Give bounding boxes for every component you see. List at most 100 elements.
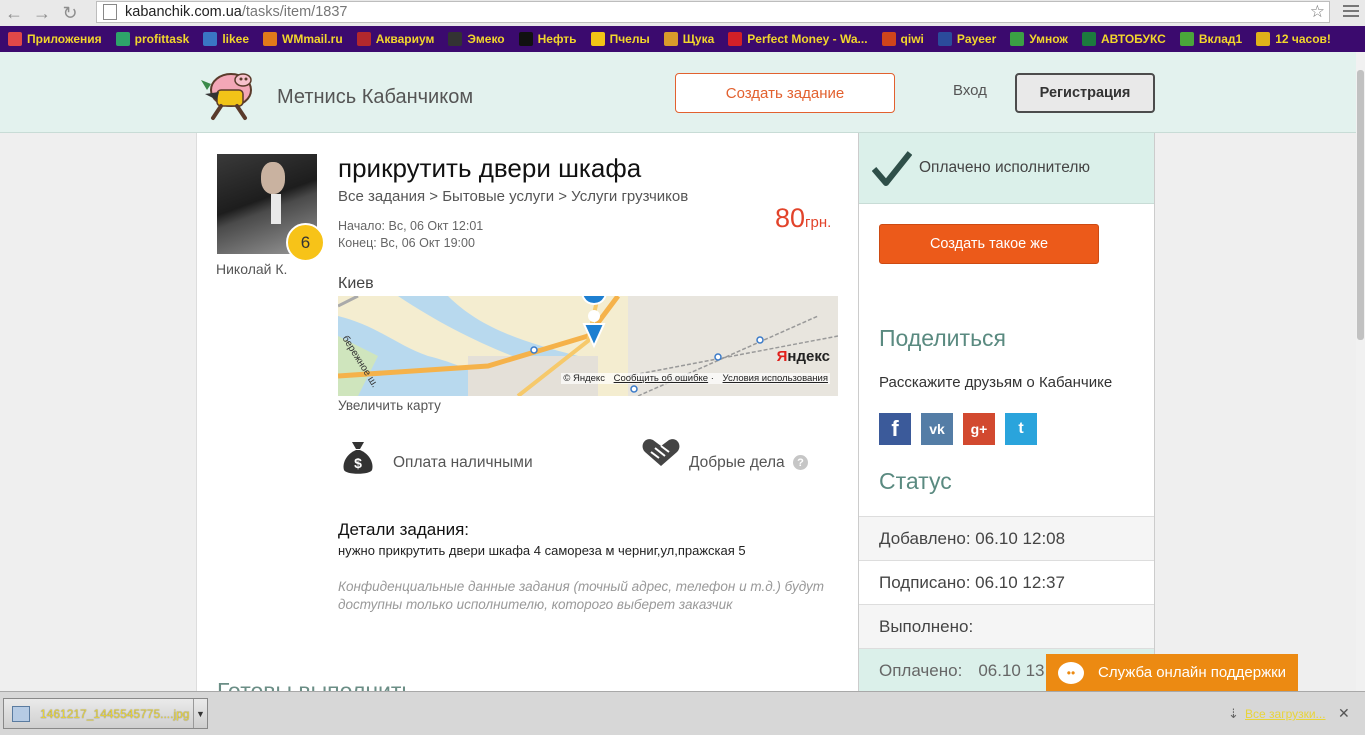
bookmark-item[interactable]: 12 часов! xyxy=(1256,32,1331,46)
address-bar[interactable]: kabanchik.com.ua/tasks/item/1837 ☆ xyxy=(96,1,1330,23)
status-signed: Подписано: 06.10 12:37 xyxy=(859,560,1154,604)
bookmark-label: Вклад1 xyxy=(1198,32,1243,46)
bookmark-item[interactable]: Щука xyxy=(663,32,715,46)
payment-method: Оплата наличными xyxy=(393,454,533,471)
bookmark-icon xyxy=(663,32,678,46)
vkontakte-icon[interactable]: vk xyxy=(921,413,953,445)
bookmark-label: WMmail.ru xyxy=(282,32,343,46)
privacy-note: Конфиденциальные данные задания (точный … xyxy=(338,579,825,612)
register-button[interactable]: Регистрация xyxy=(1015,73,1155,113)
bookmark-item[interactable]: Вклад1 xyxy=(1179,32,1243,46)
bookmark-item[interactable]: АВТОБУКС xyxy=(1081,32,1166,46)
help-icon[interactable]: ? xyxy=(793,455,808,470)
details-heading: Детали задания: xyxy=(338,520,470,539)
twitter-icon[interactable]: t xyxy=(1005,413,1037,445)
support-label: Служба онлайн поддержки xyxy=(1098,664,1287,681)
bookmark-icon xyxy=(518,32,533,46)
bookmark-icon xyxy=(115,32,130,46)
money-bag-icon: $ xyxy=(343,442,373,474)
zoom-map-link[interactable]: Увеличить карту xyxy=(338,398,441,413)
bookmark-item[interactable]: likee xyxy=(203,32,249,46)
map-credits: © Яндекс Сообщить об ошибке · Условия ис… xyxy=(561,373,830,384)
browser-menu-icon[interactable] xyxy=(1343,3,1359,19)
download-menu-icon[interactable]: ▼ xyxy=(193,699,207,728)
chat-icon: •• xyxy=(1058,661,1084,684)
status-heading: Статус xyxy=(879,468,952,494)
yandex-logo: Яндекс xyxy=(777,348,830,365)
image-file-icon xyxy=(12,705,30,722)
checkmark-icon xyxy=(872,151,912,186)
bookmark-label: qiwi xyxy=(900,32,924,46)
breadcrumb[interactable]: Все задания > Бытовые услуги > Услуги гр… xyxy=(338,188,688,205)
bookmark-label: Приложения xyxy=(27,32,102,46)
start-date: Начало: Вс, 06 Окт 12:01 xyxy=(338,219,484,233)
bookmark-icon xyxy=(728,32,743,46)
create-task-button[interactable]: Создать задание xyxy=(675,73,895,113)
author-name[interactable]: Николай К. xyxy=(216,261,287,277)
status-paid-label: Оплачено: xyxy=(879,660,963,680)
browser-toolbar: ← → ↻ kabanchik.com.ua/tasks/item/1837 ☆ xyxy=(0,0,1365,26)
map-terms-link[interactable]: Условия использования xyxy=(723,373,828,384)
download-filename: 1461217_1445545775....jpg xyxy=(40,706,190,721)
bookmark-item[interactable]: Умнож xyxy=(1010,32,1068,46)
bookmark-item[interactable]: profittask xyxy=(115,32,190,46)
reload-icon[interactable]: ↻ xyxy=(56,0,84,26)
end-date: Конец: Вс, 06 Окт 19:00 xyxy=(338,236,475,250)
bookmark-label: 12 часов! xyxy=(1275,32,1331,46)
share-text: Расскажите друзьям о Кабанчике xyxy=(879,374,1113,391)
bookmark-item[interactable]: Пчелы xyxy=(590,32,650,46)
bookmark-label: Щука xyxy=(682,32,715,46)
bookmark-item[interactable]: Нефть xyxy=(518,32,577,46)
bookmark-label: profittask xyxy=(134,32,190,46)
bookmark-label: Пчелы xyxy=(609,32,650,46)
download-item[interactable]: 1461217_1445545775....jpg ▼ xyxy=(3,698,208,729)
status-done: Выполнено: xyxy=(859,604,1154,648)
bookmark-icon xyxy=(356,32,371,46)
svg-text:$: $ xyxy=(354,455,362,471)
paid-to-performer: Оплачено исполнителю xyxy=(919,159,1090,176)
yandex-logo-y: Я xyxy=(776,348,788,365)
all-downloads-link[interactable]: Все загрузки... xyxy=(1245,707,1326,721)
bookmark-item[interactable]: WMmail.ru xyxy=(263,32,343,46)
bookmark-label: Perfect Money - Wa... xyxy=(747,32,868,46)
task-city: Киев xyxy=(338,275,374,292)
bookmark-item[interactable]: Perfect Money - Wa... xyxy=(728,32,868,46)
bookmark-icon xyxy=(448,32,463,46)
bookmark-icon xyxy=(937,32,952,46)
kabanchik-logo-icon[interactable] xyxy=(197,64,263,122)
download-bar: 1461217_1445545775....jpg ▼ xyxy=(0,691,1365,735)
site-name[interactable]: Метнись Кабанчиком xyxy=(277,86,473,109)
map-report-link[interactable]: Сообщить об ошибке xyxy=(614,373,709,384)
bookmark-icon xyxy=(1256,32,1271,46)
bookmark-icon xyxy=(590,32,605,46)
bookmark-item[interactable]: Payeer xyxy=(937,32,996,46)
bookmark-icon xyxy=(263,32,278,46)
bookmark-item[interactable]: Аквариум xyxy=(356,32,434,46)
bookmark-label: АВТОБУКС xyxy=(1100,32,1166,46)
bookmark-label: Эмеко xyxy=(467,32,505,46)
page-scrollbar[interactable] xyxy=(1356,52,1365,691)
google-plus-icon[interactable]: g+ xyxy=(963,413,995,445)
handshake-heart-icon xyxy=(642,439,680,466)
status-added: Добавлено: 06.10 12:08 xyxy=(859,516,1154,560)
back-icon[interactable]: ← xyxy=(0,0,28,26)
create-same-button[interactable]: Создать такое же xyxy=(879,224,1099,264)
scrollbar-thumb[interactable] xyxy=(1357,70,1364,340)
bookmark-item[interactable]: Приложения xyxy=(8,32,102,46)
bookmark-icon xyxy=(8,32,22,46)
task-title: прикрутить двери шкафа xyxy=(338,153,642,183)
login-link[interactable]: Вход xyxy=(953,82,987,99)
bookmark-star-icon[interactable]: ☆ xyxy=(1310,2,1325,22)
bookmark-label: Нефть xyxy=(537,32,577,46)
facebook-icon[interactable]: f xyxy=(879,413,911,445)
close-download-bar-icon[interactable]: ✕ xyxy=(1338,705,1350,722)
online-support-button[interactable]: •• Служба онлайн поддержки xyxy=(1046,654,1298,691)
price-currency: грн. xyxy=(805,214,832,231)
forward-icon[interactable]: → xyxy=(28,0,56,26)
url-path: /tasks/item/1837 xyxy=(241,4,348,20)
task-map[interactable]: бережное ш. Яндекс © Яндекс Сообщить об … xyxy=(338,296,838,396)
bookmark-item[interactable]: qiwi xyxy=(881,32,924,46)
bookmark-item[interactable]: Эмеко xyxy=(448,32,505,46)
page-icon xyxy=(103,4,117,20)
yandex-logo-rest: ндекс xyxy=(787,348,830,365)
